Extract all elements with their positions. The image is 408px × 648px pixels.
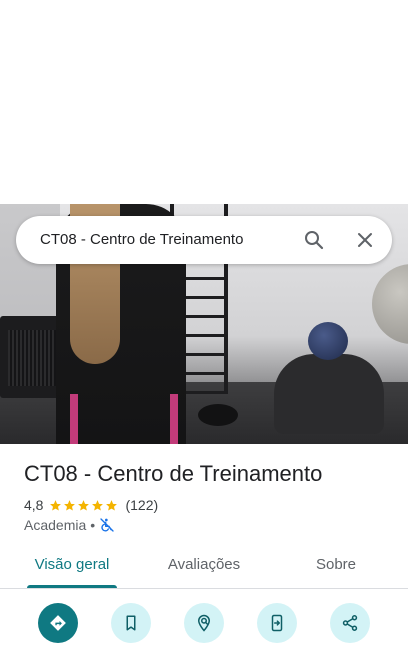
tab-reviews[interactable]: Avaliações	[158, 546, 250, 588]
save-button[interactable]	[111, 603, 151, 643]
star-icon	[78, 499, 90, 510]
tab-active-indicator	[27, 585, 117, 588]
search-input[interactable]: CT08 - Centro de Treinamento	[40, 216, 243, 264]
share-icon	[342, 615, 358, 631]
place-sheet: CT08 - Centro de Treinamento CT08 - Cent…	[0, 0, 408, 648]
photo-swiss-ball	[372, 264, 408, 344]
separator-dot: •	[90, 517, 96, 533]
close-icon[interactable]	[353, 228, 377, 252]
directions-button[interactable]	[38, 603, 78, 643]
photo-amplifier	[0, 316, 64, 398]
bookmark-icon	[126, 615, 136, 631]
tab-overview[interactable]: Visão geral	[27, 546, 117, 588]
star-icon	[50, 499, 62, 510]
photo-weight-plate	[198, 404, 238, 426]
star-rating	[49, 499, 119, 512]
wheelchair-not-accessible-icon	[100, 518, 114, 532]
action-bar	[0, 589, 408, 648]
tab-about-label: Sobre	[315, 556, 357, 573]
tab-reviews-label: Avaliações	[167, 556, 241, 573]
nearby-icon	[197, 614, 211, 632]
star-icon	[64, 499, 76, 510]
tab-overview-label: Visão geral	[34, 556, 110, 573]
send-to-phone-button[interactable]	[257, 603, 297, 643]
search-icon[interactable]	[302, 228, 326, 252]
search-bar[interactable]: CT08 - Centro de Treinamento	[16, 216, 392, 264]
photo-medicine-ball	[308, 322, 348, 360]
star-icon	[92, 499, 104, 510]
place-title: CT08 - Centro de Treinamento	[24, 461, 323, 486]
place-tabs: Visão geral Avaliações Sobre	[0, 546, 408, 589]
send-to-phone-icon	[271, 614, 283, 632]
category-row: Academia •	[24, 515, 115, 535]
share-button[interactable]	[330, 603, 370, 643]
star-icon	[106, 499, 118, 510]
rating-value: 4,8	[24, 497, 44, 513]
nearby-button[interactable]	[184, 603, 224, 643]
tab-about[interactable]: Sobre	[306, 546, 366, 588]
photo-legging-stripe	[70, 394, 78, 444]
photo-person-situp	[274, 354, 384, 434]
directions-icon	[50, 615, 66, 631]
rating-row[interactable]: 4,8 (122)	[24, 495, 158, 515]
photo-legging-stripe	[170, 394, 178, 444]
review-count[interactable]: (122)	[125, 497, 158, 513]
place-category: Academia	[24, 517, 87, 533]
